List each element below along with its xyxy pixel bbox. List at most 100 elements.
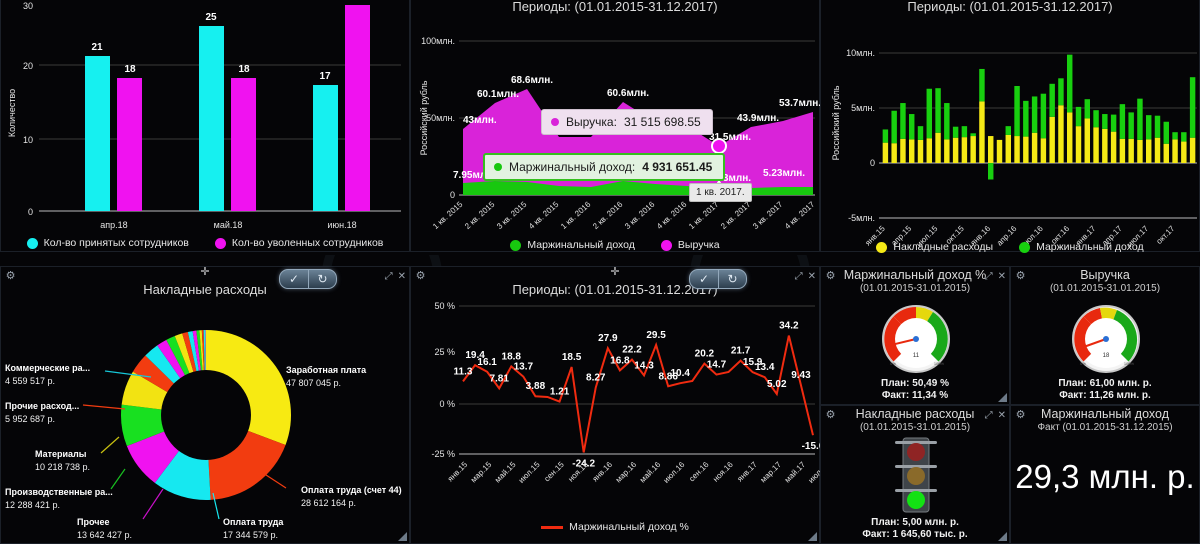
bar-label-hired-apr: 21	[91, 42, 103, 53]
bar-fired-jun[interactable]	[345, 5, 370, 211]
x-tick-9: 2 кв. 2017	[719, 199, 753, 231]
close-icon[interactable]: ✕	[808, 271, 816, 282]
svg-text:Оплата труда: Оплата труда	[223, 517, 284, 527]
legend-label-margin: Маржинальный доход	[527, 239, 635, 251]
y-tick-0: 0	[28, 207, 33, 217]
y-tick-5m: 5млн.	[851, 103, 875, 113]
traffic-plan: План: 5,00 млн. р.	[871, 517, 959, 528]
overhead-plot: 10млн. 5млн. 0 -5млн. Российский рубль я…	[821, 13, 1199, 253]
gear-icon[interactable]: ⚙	[825, 410, 836, 421]
legend-hired[interactable]: Кол-во принятых сотрудников	[26, 237, 189, 249]
svg-text:сен.16: сен.16	[687, 460, 711, 484]
bar-label-fired-may: 18	[238, 64, 250, 75]
bar-fired-may[interactable]	[231, 78, 256, 211]
expand-icon[interactable]: ⤢	[385, 271, 393, 282]
svg-text:11.3: 11.3	[454, 366, 473, 377]
x-tick-4: 1 кв. 2016	[559, 199, 593, 231]
move-handle-icon[interactable]: ✛	[200, 267, 209, 278]
overhead-bars-svg: 10млн. 5млн. 0 -5млн. Российский рубль я…	[831, 48, 1197, 249]
gauge-revenue-svg[interactable]: 18 0% 100%	[1011, 299, 1200, 379]
y-tick-30: 30	[23, 1, 33, 11]
legend-revenue[interactable]: Выручка	[660, 239, 720, 251]
svg-text:21.7: 21.7	[731, 346, 751, 357]
svg-text:18.5: 18.5	[562, 352, 582, 363]
panel-revenue-header: ⚙ Периоды: (01.01.2015-31.12.2017) ⤢ ✕	[411, 0, 819, 14]
refresh-button[interactable]: ↻	[718, 270, 746, 288]
gauge-margin-svg[interactable]: 11 0% 100%	[821, 299, 1011, 379]
close-icon[interactable]: ✕	[998, 410, 1006, 421]
svg-text:29.5: 29.5	[646, 330, 666, 341]
gear-icon[interactable]: ⚙	[1015, 410, 1026, 421]
gear-icon[interactable]: ⚙	[1015, 271, 1026, 282]
area-label-1: 60.1млн.	[477, 89, 519, 100]
svg-text:47 807 045 р.: 47 807 045 р.	[286, 378, 341, 388]
gear-icon[interactable]: ⚙	[825, 271, 836, 282]
close-icon[interactable]: ✕	[398, 271, 406, 282]
legend-label-margin-bars: Маржинальный доход	[1036, 241, 1144, 253]
svg-text:5.02: 5.02	[767, 379, 787, 390]
svg-text:июл.15: июл.15	[517, 460, 542, 485]
panel-big-margin-title: Маржинальный доход	[1041, 407, 1169, 421]
big-margin-value: 29,3 млн. р.	[1015, 458, 1195, 495]
expand-icon[interactable]: ⤢	[795, 271, 803, 282]
resize-grip[interactable]	[998, 532, 1007, 541]
svg-text:янв.17: янв.17	[735, 460, 759, 484]
gauge-value-text: 18	[1103, 353, 1110, 359]
pie-svg: Заработная плата 47 807 045 р. Оплата труд…	[5, 330, 402, 540]
legend-label-overhead: Накладные расходы	[893, 241, 994, 253]
resize-grip[interactable]	[998, 393, 1007, 402]
legend-overhead[interactable]: Накладные расходы	[876, 241, 993, 253]
legend-label-revenue: Выручка	[677, 239, 720, 251]
gauge-min-label: 0%	[890, 361, 896, 366]
move-handle-icon[interactable]: ✛	[610, 267, 619, 278]
legend-margin-pct[interactable]: Маржинальный доход %	[541, 521, 689, 533]
legend-fired[interactable]: Кол-во уволенных сотрудников	[214, 237, 383, 249]
resize-grip[interactable]	[398, 532, 407, 541]
bar-label-fired-jun: 27	[352, 0, 364, 2]
panel-gauge-margin-title: Маржинальный доход %	[843, 268, 987, 282]
panel-gauge-revenue-title: Выручка	[1080, 268, 1130, 282]
panel-gauge-margin-tools: ⤢ ✕	[985, 271, 1006, 282]
overhead-bar-group[interactable]	[882, 54, 1196, 180]
x-tick-1: 2 кв. 2015	[463, 199, 497, 231]
close-icon[interactable]: ✕	[998, 271, 1006, 282]
x-tick-may: май.18	[214, 220, 243, 230]
bar-fired-apr[interactable]	[117, 78, 142, 211]
gauge-max-label: 100%	[1124, 361, 1135, 366]
bar-hired-jun[interactable]	[313, 85, 338, 211]
svg-text:Прочее: Прочее	[77, 517, 109, 527]
area-label-2: 68.6млн.	[511, 75, 553, 86]
marker-revenue-point[interactable]	[711, 138, 727, 154]
panel-pie-tools: ⤢ ✕	[385, 271, 406, 282]
panel-gauge-margin-header: ⚙ Маржинальный доход % (01.01.2015-31.01…	[821, 267, 1009, 294]
panel-overhead-title: Периоды: (01.01.2015-31.12.2017)	[907, 0, 1113, 14]
legend-margin-bars[interactable]: Маржинальный доход	[1019, 241, 1144, 253]
svg-text:май.15: май.15	[493, 460, 518, 485]
resize-grip[interactable]	[808, 532, 817, 541]
svg-text:май.17: май.17	[783, 460, 808, 485]
expand-icon[interactable]: ⤢	[985, 271, 993, 282]
apply-button[interactable]: ✓	[280, 270, 308, 288]
bar-hired-may[interactable]	[199, 26, 224, 211]
expand-icon[interactable]: ⤢	[985, 410, 993, 421]
legend-margin[interactable]: Маржинальный доход	[510, 239, 635, 251]
y-tick-25: 25 %	[434, 347, 455, 357]
panel-pie-header: ⚙ ✛ Накладные расходы ✓ ↻ ⤢ ✕	[1, 267, 409, 298]
gear-icon[interactable]: ⚙	[5, 271, 16, 282]
gauge-margin-fact: Факт: 11,34 %	[881, 390, 949, 401]
apply-button[interactable]: ✓	[690, 270, 718, 288]
svg-text:5 952 687 р.: 5 952 687 р.	[5, 414, 55, 424]
legend-dot-fired	[214, 237, 226, 249]
staff-bar-svg: 30 20 10 0 Количество 21 18 25 18 17 апр…	[7, 0, 401, 230]
svg-text:16.8: 16.8	[610, 355, 630, 366]
svg-text:мар.16: мар.16	[614, 460, 639, 485]
gauge-margin-footer: План: 50,49 % Факт: 11,34 %	[821, 378, 1009, 402]
svg-text:10 218 738 р.: 10 218 738 р.	[35, 462, 90, 472]
refresh-button[interactable]: ↻	[308, 270, 336, 288]
tooltip-revenue-label: Выручка:	[566, 115, 617, 129]
legend-label-margin-pct: Маржинальный доход %	[569, 521, 689, 533]
bar-hired-apr[interactable]	[85, 56, 110, 211]
y-tick-0: 0	[450, 190, 455, 200]
svg-text:22.2: 22.2	[622, 345, 642, 356]
gear-icon[interactable]: ⚙	[415, 271, 426, 282]
